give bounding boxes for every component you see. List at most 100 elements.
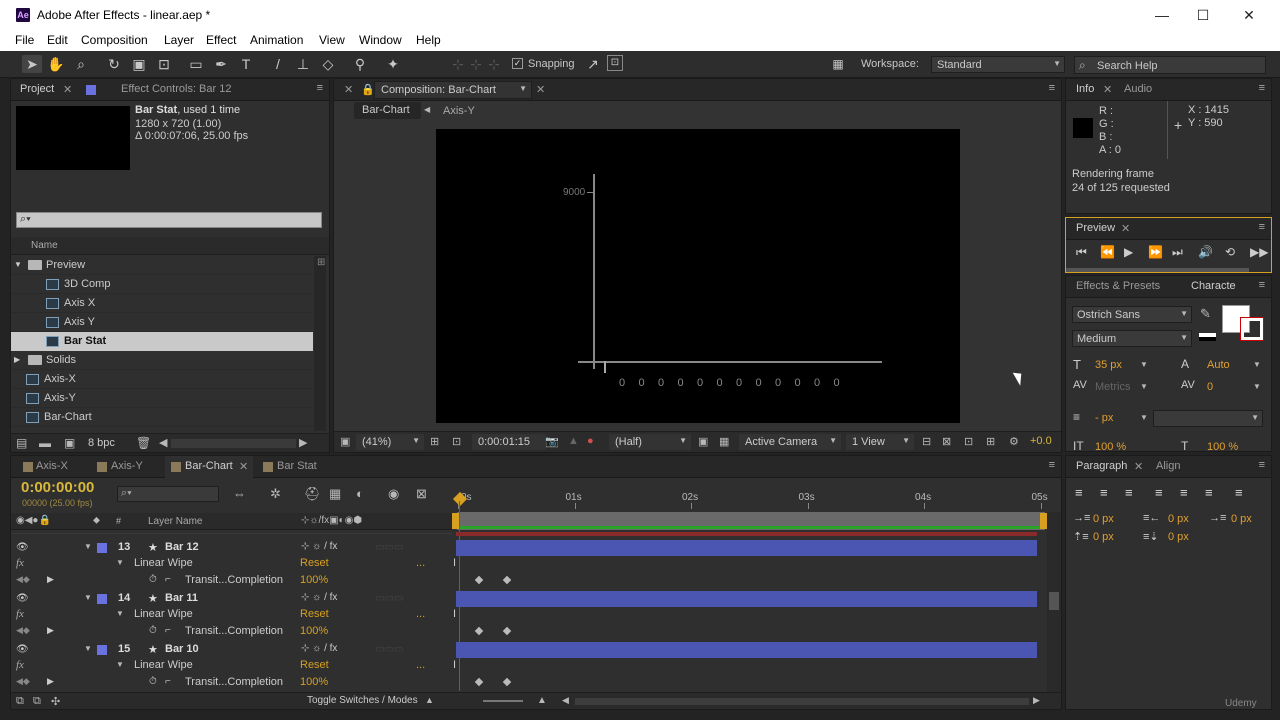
- panel-menu-icon[interactable]: ≡: [1259, 82, 1265, 94]
- toggle-pixel-icon[interactable]: ⊟: [922, 435, 931, 448]
- expand-transfer-icon[interactable]: ⧉: [33, 695, 41, 708]
- timeline-search-input[interactable]: ⌕▾: [117, 486, 219, 502]
- prev-frame-icon[interactable]: ⏪: [1100, 245, 1115, 259]
- eyedropper-icon[interactable]: ✎: [1200, 306, 1211, 322]
- breadcrumb-axis-y[interactable]: Axis-Y: [443, 105, 475, 117]
- tracking-value[interactable]: 0: [1207, 381, 1213, 393]
- scroll-thumb[interactable]: [1049, 592, 1059, 610]
- visibility-eye-icon[interactable]: 👁: [16, 542, 29, 553]
- disclosure-triangle-icon[interactable]: ▼: [116, 660, 124, 669]
- shy-layers-icon[interactable]: ⛑: [304, 486, 321, 502]
- stopwatch-icon[interactable]: ⏱: [149, 625, 157, 636]
- space-after-value[interactable]: 0 px: [1168, 531, 1189, 543]
- workspace-icon[interactable]: ▦: [828, 55, 848, 73]
- timeline-icon[interactable]: ⊡: [964, 435, 973, 448]
- minimize-icon[interactable]: —: [1152, 6, 1172, 24]
- preview-scrollbar[interactable]: [1066, 268, 1249, 272]
- project-item[interactable]: Bar Stat: [11, 332, 313, 351]
- label-color-icon[interactable]: [97, 594, 107, 604]
- property-value[interactable]: 100%: [300, 625, 328, 637]
- puppet-tool-icon[interactable]: ✦: [383, 55, 403, 73]
- first-frame-icon[interactable]: ⏮: [1076, 245, 1087, 260]
- graph-icon[interactable]: ⌐: [165, 625, 171, 636]
- panel-menu-icon[interactable]: ≡: [1259, 279, 1265, 291]
- label-color-icon[interactable]: [97, 543, 107, 553]
- trash-icon[interactable]: 🗑: [136, 436, 151, 450]
- last-frame-icon[interactable]: ⏭: [1172, 245, 1183, 260]
- roto-brush-tool-icon[interactable]: ⚲: [350, 55, 370, 73]
- frame-blending-icon[interactable]: ▦: [329, 486, 341, 502]
- scroll-right-icon[interactable]: ▶: [1033, 695, 1040, 706]
- keyframe-2[interactable]: [502, 575, 512, 585]
- panel-menu-icon[interactable]: ≡: [1259, 221, 1265, 233]
- align-right-icon[interactable]: ≡: [1125, 485, 1133, 500]
- breadcrumb-bar-chart[interactable]: Bar-Chart: [354, 102, 421, 119]
- effect-options-link[interactable]: ...: [416, 557, 425, 569]
- menu-composition[interactable]: Composition: [81, 33, 148, 47]
- comp-viewer[interactable]: 9000 000000000000: [436, 129, 960, 423]
- disclosure-triangle-icon[interactable]: ▼: [84, 593, 92, 602]
- stopwatch-icon[interactable]: ⏱: [149, 574, 157, 585]
- interpret-footage-icon[interactable]: ▤: [16, 436, 27, 450]
- close-tab-icon[interactable]: ✕: [1134, 460, 1143, 473]
- rotate-tool-icon[interactable]: ↻: [104, 55, 124, 73]
- new-folder-icon[interactable]: ▬: [39, 436, 51, 450]
- keyframe-1[interactable]: [474, 626, 484, 636]
- region-of-interest-icon[interactable]: ▣: [698, 435, 708, 448]
- project-item[interactable]: ▼ Preview: [11, 256, 313, 275]
- snapping-checkbox[interactable]: ✓: [512, 58, 523, 69]
- resolution-dropdown[interactable]: (Half) ▼: [609, 434, 691, 450]
- scroll-right-icon[interactable]: ▶: [299, 436, 307, 449]
- ram-preview-icon[interactable]: ▶▶: [1250, 245, 1268, 259]
- graph-icon[interactable]: ⌐: [165, 574, 171, 585]
- transparency-grid-icon[interactable]: ▦: [719, 435, 729, 448]
- pan-behind-tool-icon[interactable]: ⊡: [154, 55, 174, 73]
- flowchart-icon[interactable]: ⊞: [317, 257, 325, 268]
- channel-icon[interactable]: ●: [587, 435, 594, 447]
- tab-bar-stat[interactable]: Bar Stat: [277, 460, 317, 472]
- effect-reset-link[interactable]: Reset: [300, 608, 329, 620]
- brainstorm-icon[interactable]: ⊠: [416, 486, 427, 502]
- timeline-vertical-scrollbar[interactable]: [1047, 512, 1061, 692]
- fast-preview-icon[interactable]: ⊠: [942, 435, 951, 448]
- workspace-dropdown[interactable]: Standard ▼: [931, 56, 1065, 73]
- tab-effect-controls[interactable]: Effect Controls: Bar 12: [121, 83, 231, 95]
- effect-options-link[interactable]: ...: [416, 659, 425, 671]
- tab-project[interactable]: Project: [20, 83, 54, 95]
- tab-axis-y[interactable]: Axis-Y: [111, 460, 143, 472]
- always-preview-icon[interactable]: ▣: [340, 435, 350, 448]
- panel-menu-icon[interactable]: ≡: [1049, 459, 1055, 471]
- expand-timing-icon[interactable]: ✣: [51, 695, 60, 708]
- stroke-color-swatch[interactable]: [1240, 317, 1264, 341]
- fit-icon[interactable]: ⊞: [430, 435, 439, 448]
- play-icon[interactable]: ▶: [1124, 245, 1133, 259]
- snap-target-icon[interactable]: ⊡: [607, 55, 623, 71]
- keyframe-2[interactable]: [502, 626, 512, 636]
- disclosure-triangle-icon[interactable]: ▼: [116, 609, 124, 618]
- comp-mini-flowchart-icon[interactable]: ⇔: [233, 486, 246, 501]
- tab-align[interactable]: Align: [1156, 460, 1180, 472]
- indent-left-value[interactable]: 0 px: [1093, 513, 1114, 525]
- tab-preview[interactable]: Preview: [1076, 222, 1115, 234]
- vertical-scale-value[interactable]: 100 %: [1095, 441, 1126, 453]
- col-name[interactable]: Name: [31, 240, 58, 251]
- next-keyframe-icon[interactable]: ▶: [47, 676, 54, 687]
- rectangle-tool-icon[interactable]: ▭: [186, 55, 206, 73]
- layer-name[interactable]: Bar 11: [165, 592, 198, 604]
- layer-mode-boxes[interactable]: ▭▭▭: [375, 644, 403, 655]
- chevron-down-icon[interactable]: ▼: [1140, 360, 1148, 369]
- menu-edit[interactable]: Edit: [47, 33, 68, 47]
- menu-file[interactable]: File: [15, 33, 34, 47]
- zoom-in-icon[interactable]: ▲: [537, 695, 547, 706]
- scroll-left-icon[interactable]: ◀: [159, 436, 167, 449]
- black-white-swatch-icon[interactable]: [1199, 333, 1216, 341]
- timeline-current-time[interactable]: 0:00:00:00: [21, 479, 94, 496]
- stroke-width-value[interactable]: - px: [1095, 412, 1113, 424]
- expand-layer-icon[interactable]: ⧉: [16, 695, 24, 708]
- kerning-value[interactable]: Metrics: [1095, 381, 1130, 393]
- reset-exposure-icon[interactable]: ⚙: [1009, 435, 1019, 448]
- tab-character[interactable]: Characte: [1191, 280, 1236, 292]
- layer-mode-boxes[interactable]: ▭▭▭: [375, 542, 403, 553]
- project-item[interactable]: 3D Comp: [11, 275, 313, 294]
- project-item[interactable]: Axis-X: [11, 370, 313, 389]
